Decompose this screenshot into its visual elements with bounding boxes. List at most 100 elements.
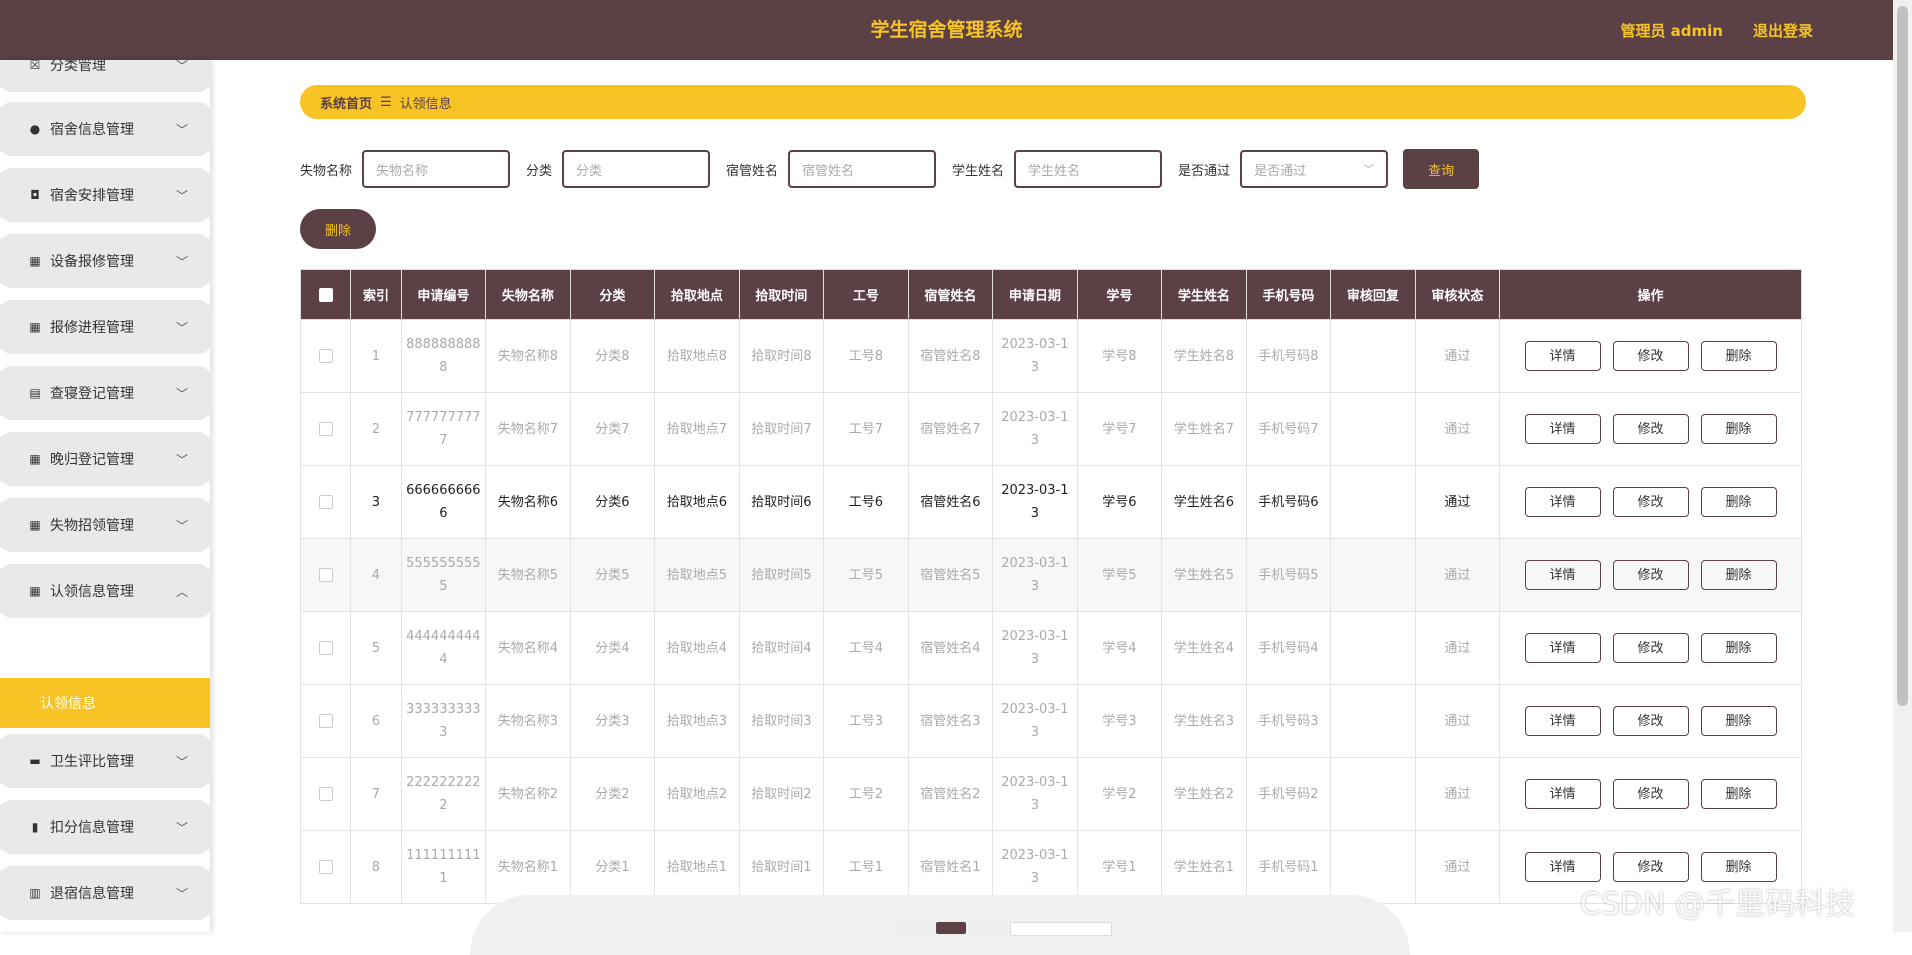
edit-button[interactable]: 修改 — [1612, 706, 1689, 736]
table-cell: 失物名称6 — [485, 465, 571, 539]
table-cell: 通过 — [1414, 684, 1501, 758]
row-checkbox[interactable] — [318, 349, 333, 363]
edit-button[interactable]: 修改 — [1612, 560, 1689, 590]
detail-button[interactable]: 详情 — [1524, 560, 1601, 590]
sidebar: 认领信息 ☒ 分类管理 ﹀ ● 宿舍信息管理 ﹀ ◘ 宿舍安排管理 ﹀ ▦ 设备报修管理 ﹀ ▦ 报修进程… — [0, 60, 210, 932]
table-row[interactable]: 8 1111111111 失物名称1 分类1 拾取地点1 拾取时间1 工号1 宿管姓名1 202… — [299, 830, 1802, 904]
edit-button[interactable]: 修改 — [1612, 852, 1689, 882]
row-select-cell — [299, 392, 352, 466]
row-checkbox[interactable] — [318, 495, 333, 509]
detail-button[interactable]: 详情 — [1524, 414, 1601, 444]
sidebar-item-label: 退宿信息管理 — [50, 886, 134, 902]
detail-button[interactable]: 详情 — [1524, 341, 1601, 371]
table-cell: 2222222222 — [400, 757, 487, 831]
sidebar-item-8[interactable]: ▦ 失物招领管理 ﹀ — [0, 498, 210, 552]
table-cell: 拾取时间5 — [738, 538, 825, 612]
table-cell: 宿管姓名3 — [907, 684, 994, 758]
delete-button[interactable]: 删除 — [1700, 560, 1777, 590]
delete-button[interactable]: 删除 — [1700, 414, 1777, 444]
edit-button[interactable]: 修改 — [1612, 487, 1689, 517]
row-checkbox[interactable] — [318, 860, 333, 874]
detail-button[interactable]: 详情 — [1524, 633, 1601, 663]
edit-button[interactable]: 修改 — [1612, 341, 1689, 371]
delete-button[interactable]: 删除 — [1700, 487, 1777, 517]
sidebar-item-10[interactable]: ▬ 卫生评比管理 ﹀ — [0, 734, 210, 788]
query-button[interactable]: 查询 — [1403, 149, 1480, 189]
submenu-item-claim-info[interactable]: 认领信息 — [0, 678, 210, 728]
table-cell: 失物名称7 — [485, 392, 571, 466]
delete-button[interactable]: 删除 — [1700, 341, 1777, 371]
student-name-input[interactable]: 学生姓名 — [1014, 150, 1163, 188]
table-row[interactable]: 1 8888888888 失物名称8 分类8 拾取地点8 拾取时间8 工号8 宿管姓名8 202… — [299, 319, 1802, 393]
edit-button[interactable]: 修改 — [1612, 633, 1689, 663]
lost-item-name-placeholder: 失物名称 — [376, 163, 429, 179]
approved-label: 是否通过 — [1178, 163, 1231, 179]
delete-button[interactable]: 删除 — [1700, 633, 1777, 663]
sidebar-item-1[interactable]: ☒ 分类管理 ﹀ — [0, 60, 210, 92]
detail-button[interactable]: 详情 — [1524, 852, 1601, 882]
table-cell: 学生姓名1 — [1161, 830, 1247, 904]
actions-cell: 详情 修改 删除 — [1499, 465, 1802, 539]
table-row[interactable]: 2 7777777777 失物名称7 分类7 拾取地点7 拾取时间7 工号7 宿管姓名7 202… — [299, 392, 1802, 466]
dorm-manager-name-input[interactable]: 宿管姓名 — [788, 150, 937, 188]
column-header: 申请编号 — [400, 269, 487, 320]
select-all-checkbox[interactable] — [318, 287, 333, 302]
approved-select[interactable]: 是否通过 ﹀ — [1240, 150, 1389, 188]
table-cell: 失物名称5 — [485, 538, 571, 612]
table-cell: 1 — [350, 319, 402, 393]
table-row[interactable]: 4 5555555555 失物名称5 分类5 拾取地点5 拾取时间5 工号5 宿管姓名5 202… — [299, 538, 1802, 612]
table-cell: 通过 — [1414, 392, 1501, 466]
delete-button[interactable]: 删除 — [1700, 852, 1777, 882]
table-row[interactable]: 3 6666666666 失物名称6 分类6 拾取地点6 拾取时间6 工号6 宿管姓名6 202… — [299, 465, 1802, 539]
pager-size-select[interactable] — [1010, 922, 1112, 936]
column-header: 拾取地点 — [654, 269, 740, 320]
table-cell: 工号6 — [823, 465, 909, 539]
sidebar-item-4[interactable]: ▦ 设备报修管理 ﹀ — [0, 234, 210, 288]
sidebar-item-9[interactable]: ▦ 认领信息管理 ︿ — [0, 564, 210, 618]
category-input[interactable]: 分类 — [562, 150, 711, 188]
scrollbar-thumb[interactable] — [1897, 6, 1908, 706]
row-select-cell — [299, 830, 352, 904]
lost-item-name-input[interactable]: 失物名称 — [362, 150, 511, 188]
detail-button[interactable]: 详情 — [1524, 706, 1601, 736]
table-cell: 学号2 — [1076, 757, 1163, 831]
column-header: 索引 — [350, 269, 402, 320]
table-cell — [1330, 319, 1416, 393]
pager-next-button[interactable] — [970, 922, 1006, 934]
table-cell: 手机号码8 — [1245, 319, 1332, 393]
detail-button[interactable]: 详情 — [1524, 779, 1601, 809]
table-row[interactable]: 7 2222222222 失物名称2 分类2 拾取地点2 拾取时间2 工号2 宿管姓名2 202… — [299, 757, 1802, 831]
table-header-row: 索引 申请编号 失物名称 分类 拾取地点 拾取时间 工号 宿管姓名 申请日期 学号 学生姓名 手机号码… — [299, 269, 1802, 320]
table-cell: 分类1 — [569, 830, 656, 904]
sidebar-item-5[interactable]: ▦ 报修进程管理 ﹀ — [0, 300, 210, 354]
delete-button[interactable]: 删除 — [1700, 706, 1777, 736]
table-row[interactable]: 6 3333333333 失物名称3 分类3 拾取地点3 拾取时间3 工号3 宿管姓名3 202… — [299, 684, 1802, 758]
table-cell — [1330, 538, 1416, 612]
row-checkbox[interactable] — [318, 641, 333, 655]
delete-button[interactable]: 删除 — [1700, 779, 1777, 809]
breadcrumb-home[interactable]: 系统首页 — [320, 93, 372, 112]
row-checkbox[interactable] — [318, 568, 333, 582]
batch-delete-button[interactable]: 删除 — [300, 209, 376, 249]
pager-page-button[interactable] — [936, 922, 966, 934]
edit-button[interactable]: 修改 — [1612, 779, 1689, 809]
row-checkbox[interactable] — [318, 787, 333, 801]
sidebar-item-7[interactable]: ▦ 晚归登记管理 ﹀ — [0, 432, 210, 486]
table-cell: 拾取地点2 — [654, 757, 740, 831]
table-cell: 手机号码6 — [1245, 465, 1332, 539]
sidebar-item-2[interactable]: ● 宿舍信息管理 ﹀ — [0, 102, 210, 156]
sidebar-item-3[interactable]: ◘ 宿舍安排管理 ﹀ — [0, 168, 210, 222]
table-row[interactable]: 5 4444444444 失物名称4 分类4 拾取地点4 拾取时间4 工号4 宿管姓名4 202… — [299, 611, 1802, 685]
detail-button[interactable]: 详情 — [1524, 487, 1601, 517]
row-checkbox[interactable] — [318, 714, 333, 728]
claim-table: 索引 申请编号 失物名称 分类 拾取地点 拾取时间 工号 宿管姓名 申请日期 学号 学生姓名 手机号码… — [299, 269, 1802, 904]
chevron-down-icon: ﹀ — [1363, 163, 1375, 176]
sidebar-item-11[interactable]: ▮ 扣分信息管理 ﹀ — [0, 800, 210, 854]
pager-prev-button[interactable] — [896, 922, 932, 934]
page-scrollbar[interactable] — [1893, 0, 1912, 932]
row-checkbox[interactable] — [318, 422, 333, 436]
edit-button[interactable]: 修改 — [1612, 414, 1689, 444]
sidebar-item-12[interactable]: ▥ 退宿信息管理 ﹀ — [0, 866, 210, 920]
sidebar-item-6[interactable]: ▤ 查寝登记管理 ﹀ — [0, 366, 210, 420]
logout-link[interactable]: 退出登录 — [1753, 20, 1813, 41]
